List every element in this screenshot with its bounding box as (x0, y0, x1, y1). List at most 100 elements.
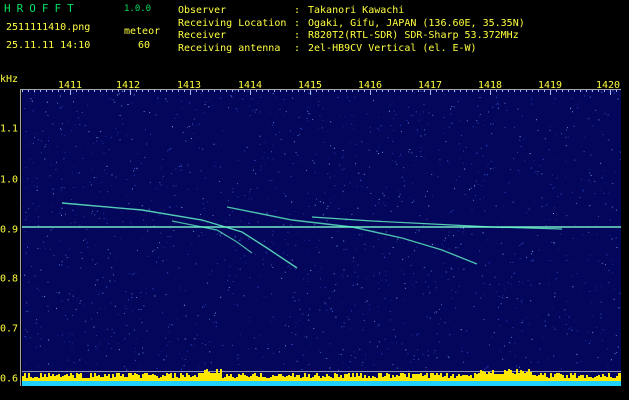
noise-speck (140, 309, 142, 310)
noise-speck (532, 250, 534, 252)
noise-speck (387, 348, 389, 350)
noise-speck (612, 183, 614, 185)
noise-speck (302, 354, 304, 356)
noise-speck (383, 243, 385, 245)
signal-bar (480, 370, 482, 381)
noise-speck (291, 331, 293, 333)
noise-speck (355, 163, 356, 165)
noise-speck (395, 336, 397, 338)
noise-speck (134, 184, 136, 186)
signal-bar (206, 369, 208, 381)
signal-bar (186, 373, 188, 381)
noise-speck (266, 212, 268, 214)
noise-speck (260, 97, 262, 98)
noise-speck (339, 164, 341, 166)
noise-speck (455, 291, 457, 293)
noise-speck (26, 144, 28, 146)
noise-speck (262, 157, 264, 159)
noise-speck (249, 277, 251, 279)
signal-bar (592, 378, 594, 381)
noise-speck (295, 152, 297, 153)
noise-speck (511, 276, 513, 278)
noise-speck (554, 243, 555, 245)
tick-mark (136, 90, 137, 92)
noise-speck (342, 150, 344, 151)
noise-speck (159, 182, 161, 183)
noise-speck (512, 201, 514, 203)
noise-speck (144, 129, 146, 131)
noise-speck (390, 125, 392, 127)
noise-speck (403, 167, 405, 169)
noise-speck (199, 213, 201, 215)
noise-speck (518, 365, 520, 367)
noise-speck (415, 232, 417, 234)
bar-base (22, 381, 621, 386)
noise-speck (378, 288, 380, 290)
noise-speck (104, 308, 106, 310)
noise-speck (191, 138, 192, 139)
noise-speck (341, 169, 343, 171)
noise-speck (131, 224, 133, 226)
signal-bar (384, 376, 386, 381)
y-tick-label: 0.8 (0, 273, 19, 285)
signal-bar (56, 375, 58, 381)
noise-speck (435, 311, 437, 313)
noise-speck (25, 131, 27, 132)
signal-bar (550, 373, 552, 381)
noise-speck (427, 355, 429, 356)
noise-speck (577, 107, 579, 109)
signal-bar (556, 373, 558, 381)
signal-bar (192, 376, 194, 381)
signal-bar (446, 373, 448, 381)
noise-speck (500, 242, 502, 244)
noise-speck (143, 219, 145, 221)
noise-speck (37, 333, 39, 335)
noise-speck (521, 115, 523, 117)
noise-speck (295, 244, 297, 246)
noise-speck (388, 284, 390, 286)
noise-speck (25, 187, 27, 189)
noise-speck (573, 125, 575, 127)
noise-speck (407, 353, 409, 354)
noise-speck (51, 365, 53, 367)
noise-speck (236, 274, 237, 276)
signal-bar (78, 374, 80, 381)
noise-speck (435, 287, 437, 289)
noise-speck (270, 264, 272, 266)
noise-speck (138, 369, 140, 371)
tick-mark (538, 90, 539, 92)
tick-mark (580, 90, 581, 92)
noise-speck (432, 114, 434, 116)
noise-speck (554, 296, 556, 298)
signal-bar (46, 377, 48, 381)
noise-speck (237, 354, 239, 356)
noise-speck (272, 316, 274, 318)
tick-mark (568, 90, 569, 92)
noise-speck (98, 343, 100, 345)
noise-speck (84, 238, 86, 240)
noise-speck (510, 283, 512, 285)
noise-speck (592, 125, 594, 127)
noise-speck (100, 131, 102, 132)
noise-speck (142, 352, 144, 354)
signal-bar (494, 374, 496, 381)
noise-speck (46, 235, 48, 237)
noise-speck (203, 207, 205, 209)
signal-bar (374, 377, 376, 381)
signal-bar (602, 374, 604, 381)
signal-bar (564, 378, 566, 381)
noise-speck (531, 103, 533, 105)
noise-speck (484, 368, 486, 370)
signal-bar (128, 373, 130, 381)
noise-speck (456, 179, 458, 181)
noise-speck (132, 310, 133, 312)
noise-speck (466, 120, 468, 122)
signal-bar (366, 378, 368, 381)
noise-speck (404, 322, 405, 324)
noise-speck (378, 145, 380, 147)
noise-speck (600, 131, 602, 133)
noise-speck (56, 292, 58, 294)
noise-speck (554, 292, 556, 294)
noise-speck (601, 91, 603, 93)
noise-speck (37, 366, 39, 368)
